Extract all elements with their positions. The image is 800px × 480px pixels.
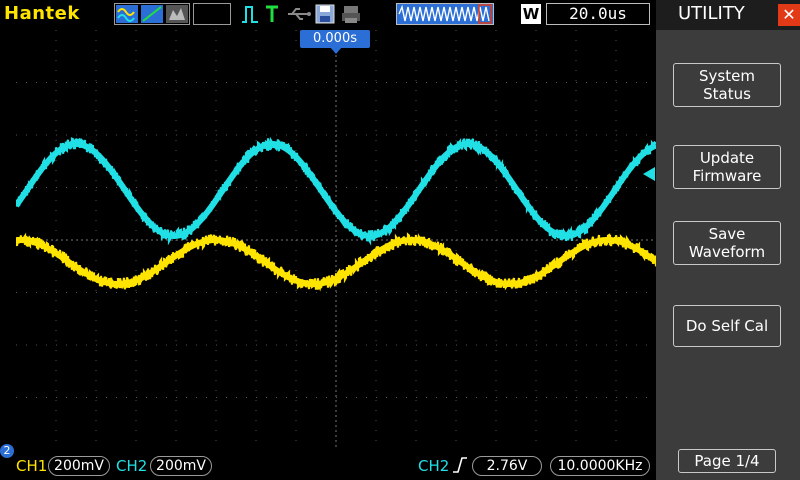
- print-icon[interactable]: [340, 3, 362, 25]
- button-label-line1: Do Self Cal: [685, 317, 769, 335]
- trigger-offset-label: 0.000s: [300, 30, 370, 48]
- trigger-source-label[interactable]: CH2: [418, 457, 449, 475]
- acquisition-status-bar: [396, 3, 494, 25]
- save-waveform-button[interactable]: Save Waveform: [673, 221, 781, 265]
- run-status-icon: [242, 6, 258, 23]
- trigger-type-icon: [266, 5, 278, 22]
- system-status-button[interactable]: System Status: [673, 63, 781, 107]
- menu-title: UTILITY: [678, 3, 745, 24]
- timebase-readout[interactable]: 20.0us: [546, 3, 650, 25]
- button-label-line1: System: [699, 67, 755, 85]
- brand-logo: Hantek: [4, 3, 80, 24]
- empty-slot: [193, 3, 231, 25]
- page-indicator-button[interactable]: Page 1/4: [678, 449, 776, 473]
- self-calibration-button[interactable]: Do Self Cal: [673, 305, 781, 347]
- trigger-level-readout[interactable]: 2.76V: [472, 456, 542, 476]
- button-label-line1: Update: [699, 149, 755, 167]
- ch2-scale[interactable]: 200mV: [150, 456, 212, 476]
- button-label-line2: Status: [703, 85, 751, 103]
- display-mode-group[interactable]: [114, 3, 190, 25]
- window-mode-indicator: W: [521, 4, 541, 24]
- ch2-trigger-level-marker[interactable]: [643, 167, 655, 181]
- ch1-label[interactable]: CH1: [16, 457, 47, 475]
- frequency-readout: 10.0000KHz: [550, 456, 650, 476]
- channel-badge: 2: [0, 444, 14, 458]
- rising-edge-icon: [453, 457, 467, 473]
- memory-waveform-icon: [398, 4, 492, 24]
- button-label-line1: Save: [708, 225, 746, 243]
- update-firmware-button[interactable]: Update Firmware: [673, 145, 781, 189]
- waveform-display-icon: [116, 5, 188, 23]
- menu-title-bar: UTILITY ✕: [656, 0, 800, 30]
- usb-icon: [288, 8, 311, 20]
- ch1-scale[interactable]: 200mV: [48, 456, 110, 476]
- save-icon[interactable]: [314, 3, 336, 25]
- top-status-bar: Hantek W 20.0us: [0, 0, 656, 30]
- button-label-line2: Waveform: [688, 243, 766, 261]
- bottom-status-bar: CH1 200mV CH2 200mV CH2 2.76V 10.0000KHz: [0, 450, 656, 480]
- button-label-line2: Firmware: [692, 167, 762, 185]
- waveform-screen[interactable]: [13, 30, 658, 450]
- trigger-position-marker[interactable]: [330, 47, 342, 54]
- waveform-plot: [13, 30, 658, 450]
- close-icon[interactable]: ✕: [778, 4, 800, 26]
- ch2-label[interactable]: CH2: [116, 457, 147, 475]
